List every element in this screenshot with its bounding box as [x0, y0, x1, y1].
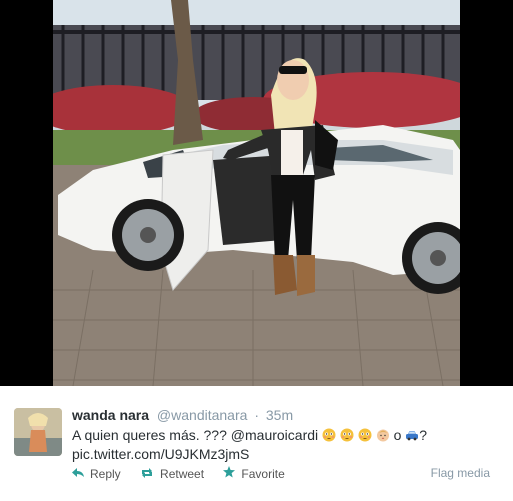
tweet-card: wanda nara @wanditanara · 35m A quien qu…	[0, 386, 513, 501]
media-link[interactable]: pic.twitter.com/U9JKMz3jmS	[72, 446, 249, 462]
flushed-face-icon	[340, 428, 354, 442]
tweet-text-line-1: A quien queres más. ??? @mauroicardi o ?	[72, 426, 492, 445]
retweet-icon	[140, 467, 154, 481]
car-icon	[406, 431, 419, 441]
separator-dot: ·	[254, 407, 259, 423]
reply-label: Reply	[90, 467, 121, 481]
star-icon	[223, 466, 236, 481]
flushed-face-icon	[358, 428, 372, 442]
photo-illustration	[53, 0, 460, 386]
flushed-face-icon	[322, 428, 336, 442]
baby-face-icon	[376, 429, 389, 442]
tweet-actions: Reply Retweet Favorite	[72, 466, 301, 481]
retweet-button[interactable]: Retweet	[140, 467, 204, 481]
username[interactable]: @wanditanara	[157, 407, 248, 423]
media-container	[0, 0, 513, 386]
tweet-photo[interactable]	[53, 0, 460, 386]
reply-button[interactable]: Reply	[72, 467, 121, 481]
text-middle: o	[389, 427, 406, 443]
flag-media-link[interactable]: Flag media	[431, 466, 490, 480]
text-suffix: ?	[419, 427, 428, 443]
tweet-header: wanda nara @wanditanara · 35m	[72, 407, 293, 423]
reply-icon	[72, 467, 84, 481]
timestamp[interactable]: 35m	[266, 407, 293, 423]
avatar[interactable]	[14, 408, 62, 456]
text-prefix: A quien queres más. ???	[72, 427, 231, 443]
mention-link[interactable]: @mauroicardi	[231, 427, 318, 443]
fullname[interactable]: wanda nara	[72, 407, 149, 423]
favorite-button[interactable]: Favorite	[223, 466, 285, 481]
favorite-label: Favorite	[241, 466, 285, 481]
retweet-label: Retweet	[160, 467, 205, 481]
tweet-text: A quien queres más. ??? @mauroicardi o ?…	[72, 426, 492, 464]
avatar-image	[14, 408, 62, 456]
tweet-text-line-2: pic.twitter.com/U9JKMz3jmS	[72, 445, 492, 464]
